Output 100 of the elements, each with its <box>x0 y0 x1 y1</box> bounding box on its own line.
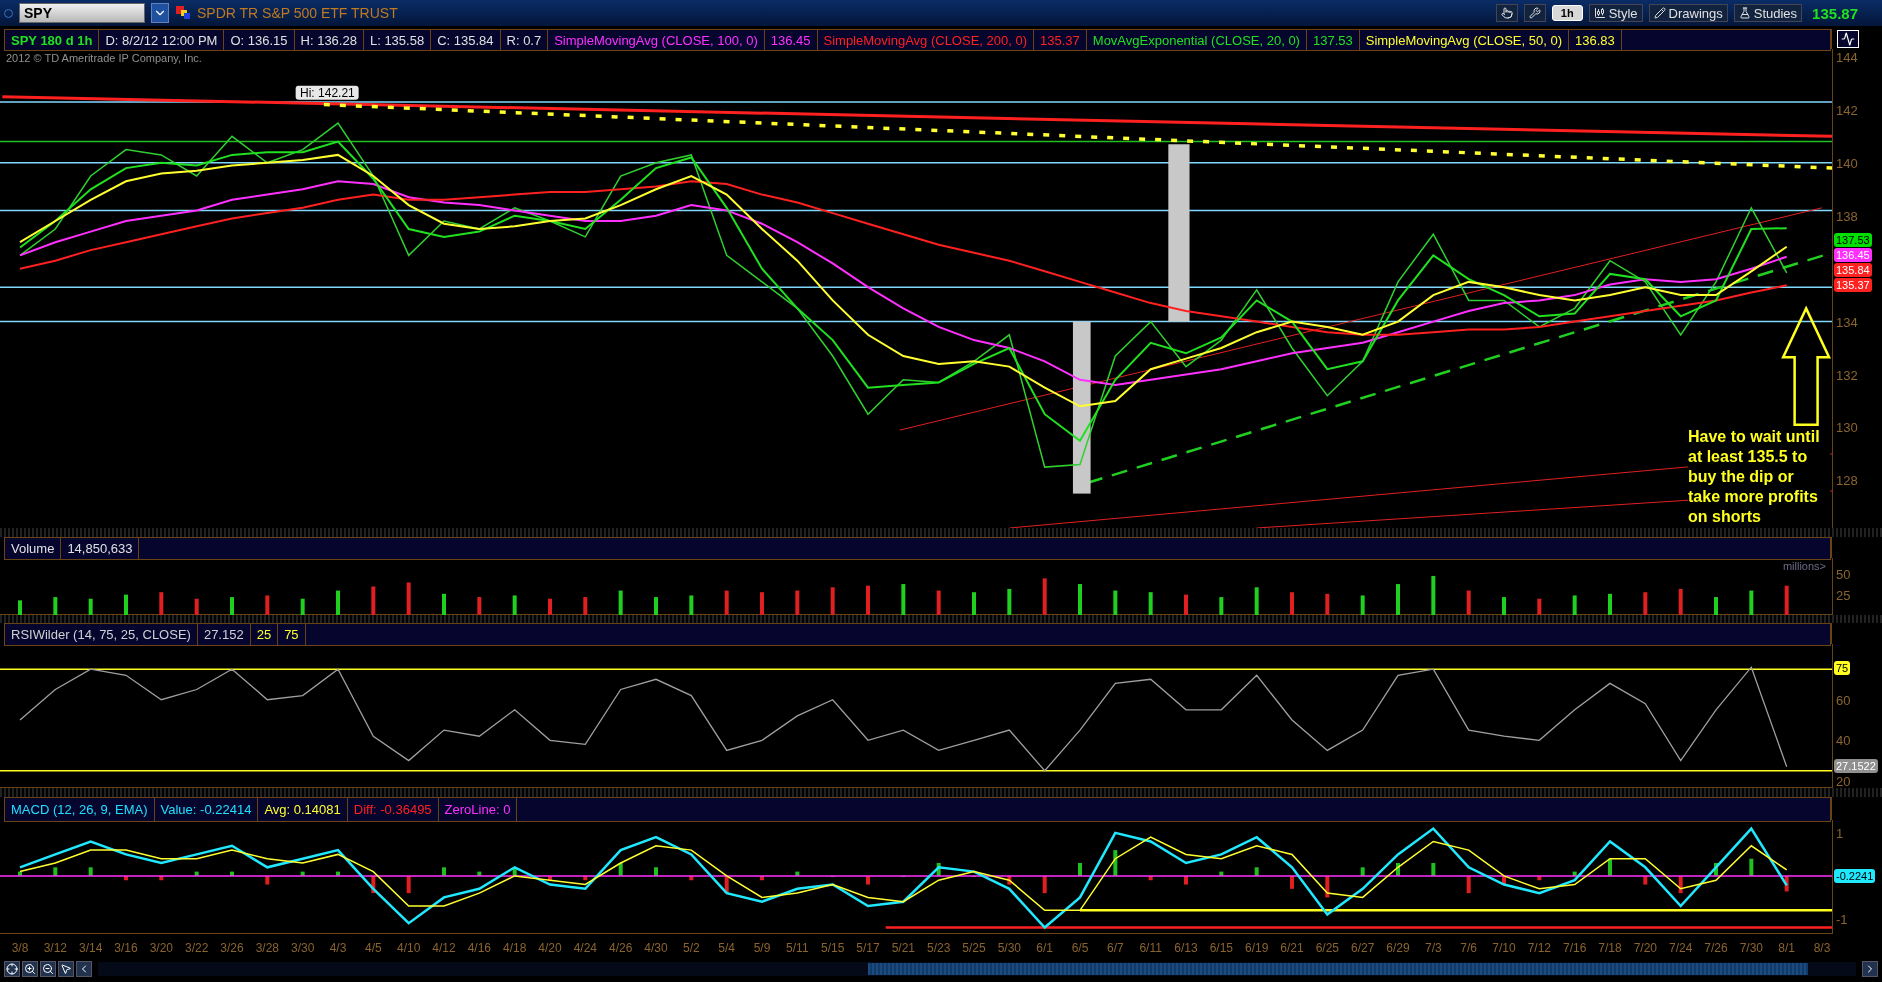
axis-tick-label: 134 <box>1836 314 1858 330</box>
histogram-bar <box>795 871 800 876</box>
date-label: 7/12 <box>1527 941 1551 955</box>
zoom-out-button[interactable] <box>40 961 56 977</box>
volume-bar <box>795 590 800 615</box>
histogram-bar <box>1466 875 1471 894</box>
histogram-bar <box>1290 875 1294 889</box>
date-label: 5/15 <box>821 941 845 955</box>
zoom-out-icon <box>42 963 54 975</box>
histogram-bar <box>1042 875 1047 894</box>
volume-bar <box>1749 590 1754 615</box>
volume-bar <box>1007 588 1012 615</box>
volume-bar <box>936 590 941 615</box>
volume-bar <box>1466 590 1471 615</box>
volume-bar <box>830 587 835 615</box>
volume-bar <box>88 598 93 615</box>
date-label: 3/12 <box>43 941 67 955</box>
histogram-bar <box>689 875 694 881</box>
crosshair-button[interactable] <box>4 961 20 977</box>
scroll-right-button[interactable] <box>1862 961 1878 977</box>
volume-bar <box>1678 588 1683 615</box>
study-label: H: 136.28 <box>294 30 364 50</box>
histogram-bar <box>88 867 93 876</box>
histogram-bar <box>1431 863 1436 876</box>
study-value: 135.37 <box>1034 30 1087 50</box>
study-label: SimpleMovingAvg (CLOSE, 200, 0) <box>817 30 1035 50</box>
volume-bar <box>230 597 234 615</box>
value-badge: 75 <box>1834 661 1851 676</box>
histogram-bar <box>1078 863 1082 876</box>
volume-bar <box>1396 584 1400 615</box>
histogram-bar <box>230 871 234 876</box>
hand-pointer-icon <box>1500 7 1513 19</box>
date-label: 3/20 <box>149 941 173 955</box>
date-label: 4/20 <box>538 941 562 955</box>
date-label: 5/30 <box>997 941 1021 955</box>
date-label: 5/4 <box>718 941 735 955</box>
histogram-bar <box>1325 875 1330 898</box>
study-label: SimpleMovingAvg (CLOSE, 100, 0) <box>548 30 765 50</box>
date-label: 7/30 <box>1739 941 1763 955</box>
scroll-left-button[interactable] <box>76 961 92 977</box>
histogram-bar <box>1714 863 1718 876</box>
volume-bar <box>1078 584 1082 615</box>
high-price-label: Hi: 142.21 <box>296 86 359 101</box>
histogram-bar <box>336 871 340 876</box>
histogram-bar <box>371 875 376 894</box>
histogram-bar <box>406 875 411 894</box>
date-label: 4/18 <box>503 941 527 955</box>
zoom-in-button[interactable] <box>22 961 38 977</box>
toolbar-button[interactable]: Style <box>1588 4 1643 22</box>
volume-bar <box>1643 592 1648 615</box>
volume-bar <box>972 592 976 615</box>
price-badge: 136.45 <box>1834 248 1872 262</box>
study-label: ZeroLine: 0 <box>438 798 518 821</box>
volume-bar <box>1219 597 1224 615</box>
volume-bar <box>1290 592 1294 615</box>
study-label: SimpleMovingAvg (CLOSE, 50, 0) <box>1359 30 1569 50</box>
histogram-bar <box>512 867 517 876</box>
study-label: MACD (12, 26, 9, EMA) <box>5 798 155 821</box>
date-label: 4/26 <box>609 941 633 955</box>
cursor-icon <box>60 963 72 975</box>
settings-button[interactable] <box>1523 4 1546 22</box>
date-label: 8/3 <box>1813 941 1831 955</box>
axis-tick-label: 20 <box>1836 773 1851 789</box>
histogram-bar <box>1537 875 1542 881</box>
volume-bar <box>1572 595 1577 615</box>
symbol-field[interactable]: SPY <box>19 3 145 23</box>
date-label: 5/9 <box>753 941 771 955</box>
volume-bar <box>1714 597 1718 615</box>
histogram-bar <box>1396 863 1400 876</box>
histogram-bar <box>760 875 764 881</box>
date-label: 7/16 <box>1563 941 1587 955</box>
volume-bar <box>512 595 517 615</box>
date-label: 3/22 <box>185 941 209 955</box>
dropdown-button[interactable] <box>151 3 169 23</box>
axis-tick-label: 144 <box>1836 49 1858 65</box>
date-label: 6/11 <box>1139 941 1162 955</box>
scroll-thumb[interactable] <box>868 963 1808 975</box>
cursor-button[interactable] <box>58 961 74 977</box>
toolbar-button[interactable]: Studies <box>1733 4 1803 22</box>
volume-bar <box>1254 587 1259 615</box>
study-label: 75 <box>278 624 306 645</box>
histogram-bar <box>1572 871 1577 876</box>
date-label: 4/16 <box>467 941 491 955</box>
date-label: 3/8 <box>11 941 29 955</box>
toolbar-button[interactable]: Drawings <box>1648 4 1728 22</box>
date-label: 7/18 <box>1598 941 1622 955</box>
axis-tick-label: -1 <box>1836 911 1848 927</box>
study-label: O: 136.15 <box>224 30 295 50</box>
studies-button[interactable] <box>1837 30 1860 48</box>
price-badge: 135.37 <box>1834 278 1872 292</box>
volume-bar <box>724 590 729 615</box>
interval-button[interactable]: 1h <box>1551 5 1583 21</box>
volume-bar <box>18 600 22 615</box>
volume-bar <box>689 595 694 615</box>
volume-bar <box>901 584 906 615</box>
flask-icon <box>1738 7 1751 19</box>
date-label: 7/24 <box>1669 941 1693 955</box>
histogram-bar <box>1254 867 1259 876</box>
pointer-button[interactable] <box>1495 4 1518 22</box>
histogram-bar <box>1360 867 1365 876</box>
